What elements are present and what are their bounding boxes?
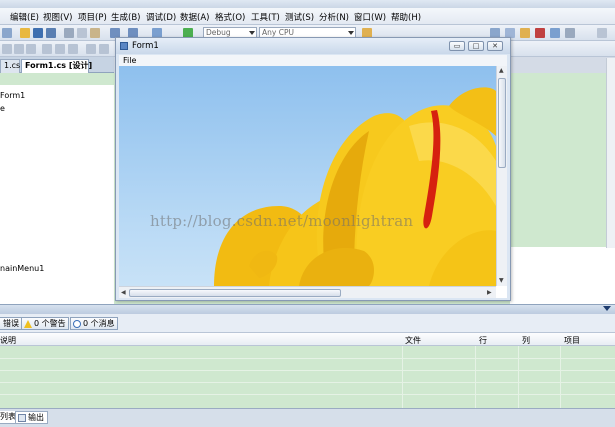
form-icon	[120, 42, 128, 50]
tab-form1-cs[interactable]: 1.cs	[0, 59, 20, 73]
component-tray	[510, 247, 615, 304]
menu-build[interactable]: 生成(B)	[111, 11, 140, 23]
col-project[interactable]: 项目	[564, 335, 580, 346]
menu-data[interactable]: 数据(A)	[180, 11, 209, 23]
designer-right-area	[510, 73, 615, 247]
same-size-icon[interactable]	[86, 44, 96, 54]
messages-filter-button[interactable]: 0 个消息	[70, 317, 118, 330]
align-top-icon[interactable]	[42, 44, 52, 54]
picture-horizontal-scrollbar[interactable]: ◀ ▶	[119, 286, 496, 298]
close-button[interactable]: ✕	[487, 41, 503, 51]
menu-test[interactable]: 测试(S)	[285, 11, 314, 23]
tulip-picture	[214, 87, 496, 286]
tab-form1-designer[interactable]: Form1.cs [设计]	[21, 59, 92, 73]
menu-format[interactable]: 格式(O)	[215, 11, 245, 23]
grid-size-icon[interactable]	[99, 44, 109, 54]
error-list-toolbar: 错误 0 个警告 0 个消息	[0, 314, 615, 333]
align-right-icon[interactable]	[26, 44, 36, 54]
col-description[interactable]: 说明	[0, 335, 16, 346]
component-tray-mainmenu[interactable]: nainMenu1	[0, 264, 44, 273]
horizontal-scroll-thumb[interactable]	[129, 289, 341, 297]
tulip-image	[119, 66, 496, 286]
scroll-left-icon[interactable]: ◀	[121, 289, 126, 296]
error-list-body	[0, 346, 615, 408]
watermark-text: http://blog.csdn.net/moonlightran	[150, 212, 414, 230]
minimize-button[interactable]: ▭	[449, 41, 465, 51]
align-bottom-icon[interactable]	[68, 44, 78, 54]
picturebox-panel[interactable]: ▲ ▼ ◀ ▶	[119, 66, 507, 298]
menu-view[interactable]: 视图(V)	[43, 11, 72, 23]
left-label-e: e	[0, 104, 5, 113]
warning-icon	[24, 320, 32, 328]
menu-analyze[interactable]: 分析(N)	[319, 11, 349, 23]
error-list-header	[0, 304, 615, 314]
open-icon[interactable]	[20, 28, 30, 38]
document-tab-strip: 1.cs Form1.cs [设计]	[0, 57, 114, 73]
align-left-icon[interactable]	[2, 44, 12, 54]
left-panel-header	[0, 73, 114, 85]
menu-debug[interactable]: 调试(D)	[146, 11, 176, 23]
form1-window[interactable]: Form1 ▭ □ ✕ File ▲ ▼ ◀ ▶	[115, 37, 511, 301]
menu-project[interactable]: 项目(P)	[78, 11, 107, 23]
grid-row-line	[0, 358, 615, 359]
chevron-down-icon	[249, 31, 255, 35]
chevron-down-icon	[348, 31, 354, 35]
vertical-scroll-thumb[interactable]	[498, 78, 506, 168]
panel-dropdown-icon[interactable]	[603, 306, 611, 311]
errors-filter-button[interactable]: 错误	[0, 317, 22, 330]
grid-row-line	[0, 394, 615, 395]
grid-col-line	[475, 346, 476, 408]
copy-icon[interactable]	[77, 28, 87, 38]
menu-edit[interactable]: 编辑(E)	[10, 11, 39, 23]
output-icon	[18, 414, 26, 422]
scroll-down-icon[interactable]: ▼	[499, 277, 504, 284]
grid-col-line	[560, 346, 561, 408]
object-browser-icon[interactable]	[520, 28, 530, 38]
start-page-icon[interactable]	[550, 28, 560, 38]
new-project-icon[interactable]	[2, 28, 12, 38]
more-toolbar-icon[interactable]	[597, 28, 607, 38]
save-all-icon[interactable]	[46, 28, 56, 38]
cut-icon[interactable]	[64, 28, 74, 38]
grid-row-line	[0, 382, 615, 383]
tab-output[interactable]: 输出	[15, 411, 48, 424]
paste-icon[interactable]	[90, 28, 100, 38]
col-file[interactable]: 文件	[405, 335, 421, 346]
grid-col-line	[402, 346, 403, 408]
scroll-right-icon[interactable]: ▶	[487, 289, 492, 296]
warnings-filter-button[interactable]: 0 个警告	[21, 317, 69, 330]
info-icon	[73, 320, 81, 328]
menu-window[interactable]: 窗口(W)	[354, 11, 386, 23]
align-middle-icon[interactable]	[55, 44, 65, 54]
bottom-tab-strip: 列表 输出	[0, 408, 615, 427]
picture-vertical-scrollbar[interactable]: ▲ ▼	[496, 66, 507, 286]
vs-title-bar	[0, 0, 615, 8]
col-line[interactable]: 行	[479, 335, 487, 346]
left-label-form1: Form1	[0, 91, 26, 100]
designer-vertical-scrollbar[interactable]	[606, 58, 615, 248]
error-list-columns: 说明 文件 行 列 项目	[0, 333, 615, 346]
toolbox-icon[interactable]	[535, 28, 545, 38]
form1-title: Form1	[132, 41, 159, 51]
grid-col-line	[518, 346, 519, 408]
grid-row-line	[0, 370, 615, 371]
menu-file[interactable]: File	[123, 56, 136, 65]
menu-tools[interactable]: 工具(T)	[251, 11, 280, 23]
form1-title-bar[interactable]: Form1 ▭ □ ✕	[116, 38, 510, 54]
scroll-up-icon[interactable]: ▲	[499, 67, 504, 74]
maximize-button[interactable]: □	[468, 41, 484, 51]
align-center-icon[interactable]	[14, 44, 24, 54]
save-icon[interactable]	[33, 28, 43, 38]
form-menu-strip: File	[119, 55, 507, 66]
menu-help[interactable]: 帮助(H)	[391, 11, 421, 23]
menu-bar: 编辑(E) 视图(V) 项目(P) 生成(B) 调试(D) 数据(A) 格式(O…	[0, 8, 615, 25]
dropdown-toolbar-icon[interactable]	[565, 28, 575, 38]
col-column[interactable]: 列	[522, 335, 530, 346]
